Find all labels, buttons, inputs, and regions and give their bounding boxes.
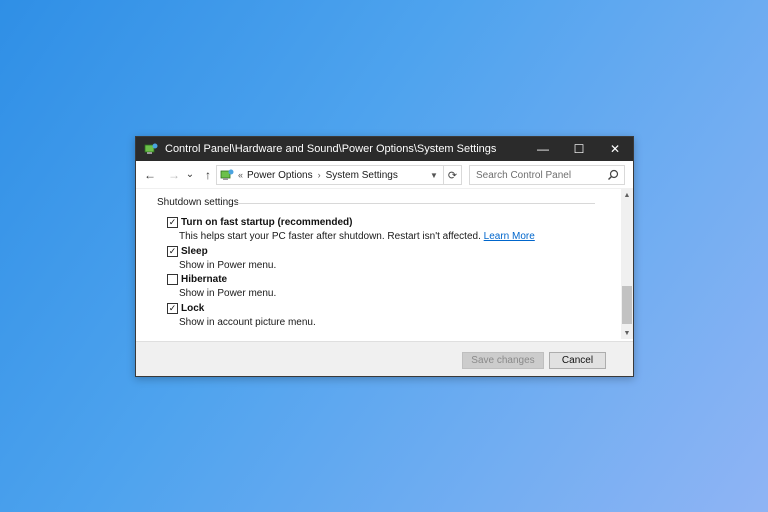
back-button[interactable]: ← xyxy=(140,165,160,185)
breadcrumb[interactable]: « Power Options › System Settings ▼ xyxy=(216,165,444,185)
scroll-down-icon[interactable]: ▼ xyxy=(621,327,633,339)
section-heading: Shutdown settings xyxy=(157,197,239,208)
fast-startup-checkbox[interactable]: ✓ xyxy=(167,216,178,228)
search-input[interactable] xyxy=(476,169,604,181)
option-sleep: ✓ Sleep Show in Power menu. xyxy=(167,245,276,271)
learn-more-link[interactable]: Learn More xyxy=(484,231,535,242)
section-divider xyxy=(233,203,595,204)
lock-label[interactable]: Lock xyxy=(181,303,204,314)
forward-button[interactable]: → xyxy=(164,165,184,185)
search-box[interactable] xyxy=(469,165,625,185)
system-settings-window: Control Panel\Hardware and Sound\Power O… xyxy=(135,136,634,377)
window-title: Control Panel\Hardware and Sound\Power O… xyxy=(165,143,497,155)
sleep-checkbox[interactable]: ✓ xyxy=(167,245,178,257)
sleep-label[interactable]: Sleep xyxy=(181,246,208,257)
breadcrumb-item-system-settings[interactable]: System Settings xyxy=(326,170,398,181)
lock-description: Show in account picture menu. xyxy=(179,317,316,328)
scrollbar-thumb[interactable] xyxy=(622,286,632,324)
vertical-scrollbar[interactable]: ▲ ▼ xyxy=(621,189,633,339)
hibernate-checkbox[interactable] xyxy=(167,273,178,285)
breadcrumb-overflow[interactable]: « xyxy=(238,170,243,180)
title-bar[interactable]: Control Panel\Hardware and Sound\Power O… xyxy=(136,137,633,161)
dialog-footer: Save changes Cancel xyxy=(136,341,633,376)
control-panel-icon xyxy=(143,141,159,157)
option-fast-startup: ✓ Turn on fast startup (recommended) Thi… xyxy=(167,216,535,242)
search-icon[interactable] xyxy=(607,169,619,181)
lock-checkbox[interactable]: ✓ xyxy=(167,302,178,314)
breadcrumb-separator[interactable]: › xyxy=(318,170,321,180)
window-controls: — ☐ ✕ xyxy=(525,137,633,161)
cancel-button[interactable]: Cancel xyxy=(549,352,606,369)
fast-startup-label[interactable]: Turn on fast startup (recommended) xyxy=(181,217,353,228)
save-changes-button[interactable]: Save changes xyxy=(462,352,544,369)
option-lock: ✓ Lock Show in account picture menu. xyxy=(167,302,316,328)
fast-startup-description: This helps start your PC faster after sh… xyxy=(179,231,535,242)
minimize-button[interactable]: — xyxy=(525,137,561,161)
refresh-button[interactable]: ⟳ xyxy=(444,165,462,185)
scroll-up-icon[interactable]: ▲ xyxy=(621,189,633,201)
address-bar: ← → ⌄ ↑ « Power Options › System Setting… xyxy=(136,161,633,189)
fast-startup-desc-text: This helps start your PC faster after sh… xyxy=(179,231,481,242)
close-button[interactable]: ✕ xyxy=(597,137,633,161)
hibernate-label[interactable]: Hibernate xyxy=(181,274,227,285)
hibernate-description: Show in Power menu. xyxy=(179,288,277,299)
recent-locations-button[interactable]: ⌄ xyxy=(184,165,196,185)
control-panel-icon xyxy=(220,168,234,182)
settings-content: Shutdown settings ✓ Turn on fast startup… xyxy=(136,189,633,339)
up-button[interactable]: ↑ xyxy=(198,165,218,185)
maximize-button[interactable]: ☐ xyxy=(561,137,597,161)
option-hibernate: Hibernate Show in Power menu. xyxy=(167,273,276,299)
sleep-description: Show in Power menu. xyxy=(179,260,277,271)
chevron-down-icon[interactable]: ▼ xyxy=(427,168,441,182)
breadcrumb-item-power-options[interactable]: Power Options xyxy=(247,170,313,181)
